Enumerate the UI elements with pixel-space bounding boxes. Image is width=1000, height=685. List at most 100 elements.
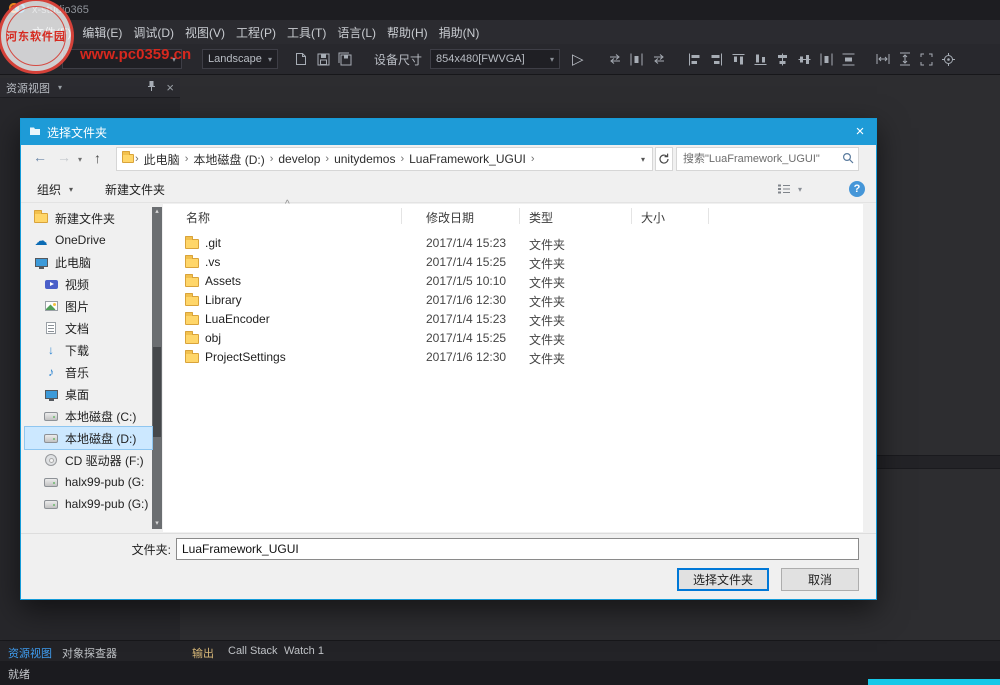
column-divider[interactable]: [401, 208, 402, 224]
nav-item-documents[interactable]: 文档: [25, 317, 152, 339]
device-size-combo[interactable]: 854x480[FWVGA] ▾: [430, 49, 560, 69]
fullscreen-icon[interactable]: [916, 48, 938, 70]
fit-width-icon[interactable]: [872, 48, 894, 70]
send-backward-icon[interactable]: [626, 48, 648, 70]
column-divider[interactable]: [708, 208, 709, 224]
menu-item-debug[interactable]: 调试(D): [131, 24, 176, 41]
menu-item-help[interactable]: 帮助(H): [385, 24, 430, 41]
file-row[interactable]: .git2017/1/4 15:23文件夹: [163, 234, 863, 253]
file-row[interactable]: LuaEncoder2017/1/4 15:23文件夹: [163, 310, 863, 329]
nav-item-pictures[interactable]: 图片: [25, 295, 152, 317]
column-header-name[interactable]: 名称: [186, 209, 210, 226]
pin-icon[interactable]: [147, 79, 156, 97]
run-button[interactable]: ▷: [572, 50, 584, 68]
menu-item-donate[interactable]: 捐助(N): [437, 24, 482, 41]
history-chevron-icon[interactable]: ▾: [78, 155, 82, 164]
column-divider[interactable]: [519, 208, 520, 224]
cancel-button[interactable]: 取消: [781, 568, 859, 591]
align-top-icon[interactable]: [728, 48, 750, 70]
breadcrumb-item-develop[interactable]: develop: [274, 152, 324, 166]
file-row[interactable]: .vs2017/1/4 15:25文件夹: [163, 253, 863, 272]
new-folder-button[interactable]: 新建文件夹: [105, 181, 165, 198]
breadcrumb-dropdown-icon[interactable]: ▾: [634, 155, 652, 164]
align-h-center-icon[interactable]: [772, 48, 794, 70]
nav-item-cd-f[interactable]: CD 驱动器 (F:): [25, 449, 152, 471]
breadcrumb-item-unitydemos[interactable]: unitydemos: [330, 152, 399, 166]
dialog-titlebar[interactable]: 选择文件夹 ×: [21, 119, 876, 145]
distribute-v-icon[interactable]: [838, 48, 860, 70]
back-button[interactable]: ←: [33, 149, 47, 165]
select-folder-dialog: 选择文件夹 × ← → ▾ ↑ › 此电脑 › 本地磁盘 (D:) › deve…: [20, 118, 877, 600]
new-folder-label: 新建文件夹: [105, 181, 165, 198]
file-row[interactable]: Assets2017/1/5 10:10文件夹: [163, 272, 863, 291]
search-box[interactable]: [676, 147, 859, 171]
orientation-combo[interactable]: Landscape ▾: [202, 49, 278, 69]
up-button[interactable]: ↑: [94, 150, 101, 166]
breadcrumb-item-this-pc[interactable]: 此电脑: [140, 151, 184, 168]
device-size-label: 设备尺寸: [374, 51, 422, 68]
nav-item-disk-c[interactable]: 本地磁盘 (C:): [25, 405, 152, 427]
scroll-up-icon[interactable]: ▴: [152, 207, 162, 217]
file-row[interactable]: obj2017/1/4 15:25文件夹: [163, 329, 863, 348]
bring-forward-icon[interactable]: [604, 48, 626, 70]
menu-item-language[interactable]: 语言(L): [335, 24, 378, 41]
scrollbar-thumb[interactable]: [153, 347, 161, 437]
close-icon[interactable]: ×: [844, 119, 876, 145]
align-bottom-icon[interactable]: [750, 48, 772, 70]
save-all-icon[interactable]: [334, 48, 356, 70]
file-row[interactable]: Library2017/1/6 12:30文件夹: [163, 291, 863, 310]
align-right-icon[interactable]: [706, 48, 728, 70]
scroll-down-icon[interactable]: ▾: [152, 519, 162, 529]
nav-item-disk-d[interactable]: 本地磁盘 (D:): [25, 427, 152, 449]
search-input[interactable]: [681, 152, 842, 166]
menu-item-edit[interactable]: 编辑(E): [80, 24, 124, 41]
distribute-h-icon[interactable]: [816, 48, 838, 70]
folder-name-input[interactable]: [176, 538, 859, 560]
column-divider[interactable]: [631, 208, 632, 224]
nav-item-halx99-g-1[interactable]: halx99-pub (G:: [25, 471, 152, 493]
align-left-icon[interactable]: [684, 48, 706, 70]
menu-item-view[interactable]: 视图(V): [183, 24, 227, 41]
forward-button[interactable]: →: [57, 149, 71, 165]
dialog-title: 选择文件夹: [47, 124, 107, 141]
column-header-type[interactable]: 类型: [529, 209, 553, 226]
nav-item-desktop[interactable]: 桌面: [25, 383, 152, 405]
file-row[interactable]: ProjectSettings2017/1/6 12:30文件夹: [163, 348, 863, 367]
dialog-icon: [29, 125, 41, 139]
new-file-icon[interactable]: [290, 48, 312, 70]
nav-item-this-pc[interactable]: 此电脑: [25, 251, 152, 273]
refresh-button[interactable]: [655, 147, 673, 171]
close-icon[interactable]: ×: [166, 80, 174, 95]
swap-icon[interactable]: [648, 48, 670, 70]
nav-item-downloads[interactable]: ↓下载: [25, 339, 152, 361]
breadcrumb-item-luaframework[interactable]: LuaFramework_UGUI: [405, 152, 530, 166]
menu-item-tools[interactable]: 工具(T): [285, 24, 328, 41]
tab-output[interactable]: 输出: [192, 645, 214, 661]
breadcrumb[interactable]: › 此电脑 › 本地磁盘 (D:) › develop › unitydemos…: [116, 147, 653, 171]
align-v-center-icon[interactable]: [794, 48, 816, 70]
nav-item-music[interactable]: ♪音乐: [25, 361, 152, 383]
column-header-date[interactable]: 修改日期: [426, 209, 474, 226]
view-mode-button[interactable]: ▾: [777, 183, 802, 195]
save-icon[interactable]: [312, 48, 334, 70]
breadcrumb-item-disk-d[interactable]: 本地磁盘 (D:): [189, 151, 268, 168]
organize-menu[interactable]: 组织 ▾: [37, 181, 73, 198]
bottom-dock-tabs: 资源视图 对象探查器 输出 Call Stack Watch 1: [0, 640, 1000, 662]
nav-item-onedrive[interactable]: ☁OneDrive: [25, 229, 152, 251]
nav-item-videos[interactable]: 视频: [25, 273, 152, 295]
tab-watch[interactable]: Watch 1: [284, 645, 324, 657]
nav-pane-scrollbar[interactable]: ▴ ▾: [152, 207, 162, 529]
nav-item-new-folder[interactable]: 新建文件夹: [25, 207, 152, 229]
chevron-down-icon[interactable]: ▾: [58, 83, 62, 92]
help-button[interactable]: ?: [849, 181, 865, 197]
target-icon[interactable]: [938, 48, 960, 70]
column-header-size[interactable]: 大小: [641, 209, 665, 226]
menu-item-project[interactable]: 工程(P): [234, 24, 278, 41]
tab-resource-view[interactable]: 资源视图: [8, 645, 52, 661]
nav-item-halx99-g-2[interactable]: halx99-pub (G:): [25, 493, 152, 515]
tab-object-explorer[interactable]: 对象探查器: [62, 645, 117, 661]
fit-height-icon[interactable]: [894, 48, 916, 70]
desktop-icon: [43, 390, 59, 399]
tab-call-stack[interactable]: Call Stack: [228, 645, 278, 657]
select-folder-button[interactable]: 选择文件夹: [677, 568, 769, 591]
